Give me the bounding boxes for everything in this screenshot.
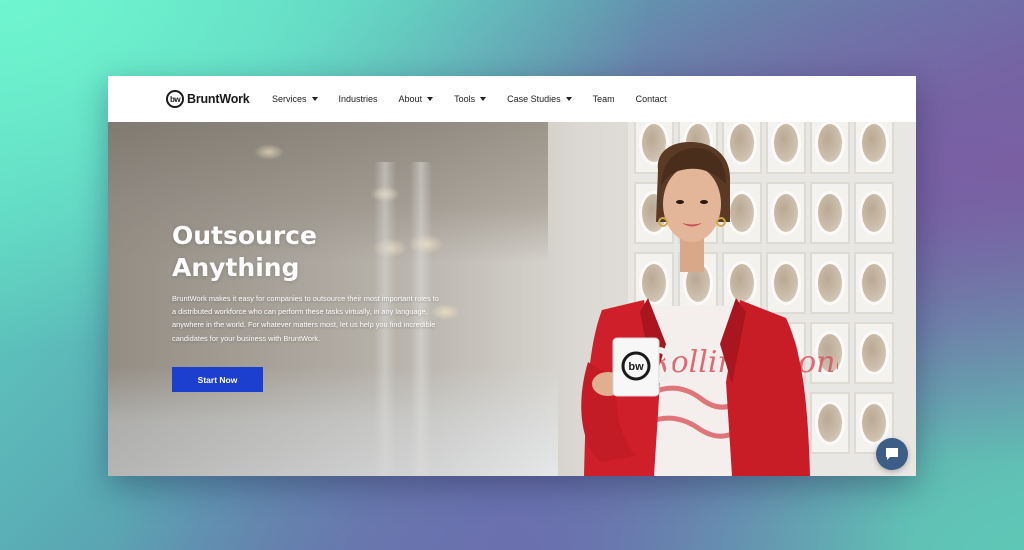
wall-cell [854, 122, 894, 174]
logo-text: BruntWork [187, 92, 250, 106]
hero-title-line-2: Anything [172, 253, 300, 282]
hero-description: BruntWork makes it easy for companies to… [172, 294, 439, 343]
nav-team-label: Team [592, 94, 615, 104]
nav-tools[interactable]: Tools [454, 94, 487, 104]
wall-cell [854, 252, 894, 314]
nav-team[interactable]: Team [593, 94, 615, 104]
chat-bubble-icon [886, 448, 898, 460]
chevron-down-icon [565, 97, 572, 101]
nav-case-studies-label: Case Studies [507, 94, 561, 104]
main-nav: Services Industries About Tools Case Stu… [272, 76, 688, 122]
nav-contact[interactable]: Contact [636, 94, 667, 104]
chevron-down-icon [427, 97, 434, 101]
nav-industries[interactable]: Industries [339, 94, 378, 104]
nav-tools-label: Tools [454, 94, 476, 104]
wall-cell [854, 322, 894, 384]
hero-title: Outsource Anything [172, 220, 432, 284]
hero-title-line-1: Outsource [172, 221, 317, 250]
chat-widget-button[interactable] [876, 438, 908, 470]
brand-logo[interactable]: bw BruntWork [166, 89, 250, 109]
hero-section: Rolling Stones bw Outsource Anything Bru… [108, 122, 916, 476]
site-header: bw BruntWork Services Industries About T… [108, 76, 916, 122]
chevron-down-icon [311, 97, 318, 101]
mug-logo: bw [628, 361, 644, 373]
start-now-button[interactable]: Start Now [172, 367, 263, 392]
chevron-down-icon [480, 97, 487, 101]
nav-services[interactable]: Services [272, 94, 318, 104]
nav-about[interactable]: About [399, 94, 434, 104]
website-frame: bw BruntWork Services Industries About T… [108, 76, 916, 476]
nav-services-label: Services [272, 94, 307, 104]
nav-industries-label: Industries [338, 94, 378, 104]
logo-mark: bw [166, 90, 184, 108]
nav-contact-label: Contact [635, 94, 667, 104]
wall-cell [854, 182, 894, 244]
nav-about-label: About [398, 94, 423, 104]
nav-case-studies[interactable]: Case Studies [507, 94, 572, 104]
